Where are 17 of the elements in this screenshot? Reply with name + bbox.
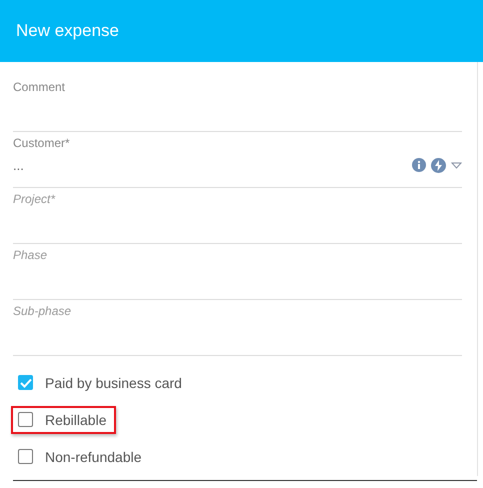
checkbox-option[interactable]: Paid by business card	[11, 368, 192, 396]
field-value: ...	[13, 158, 24, 172]
checkbox[interactable]	[18, 412, 33, 427]
info-icon[interactable]	[412, 158, 426, 172]
field-label: Customer*	[13, 136, 70, 150]
field-label: Comment	[13, 80, 66, 94]
checkbox-option[interactable]: Non-refundable	[11, 442, 152, 470]
field-label: Phase	[13, 248, 48, 262]
checkbox[interactable]	[18, 375, 33, 390]
dialog-title: New expense	[16, 21, 120, 41]
form-field[interactable]: Customer* ...	[13, 132, 462, 188]
field-label: Project*	[13, 192, 56, 206]
form-field[interactable]: Comment	[13, 76, 462, 132]
checkbox-option[interactable]: Rebillable	[11, 406, 116, 434]
field-label: Sub-phase	[13, 304, 72, 318]
dropdown-caret-icon[interactable]	[451, 162, 462, 168]
checkbox[interactable]	[18, 449, 33, 464]
